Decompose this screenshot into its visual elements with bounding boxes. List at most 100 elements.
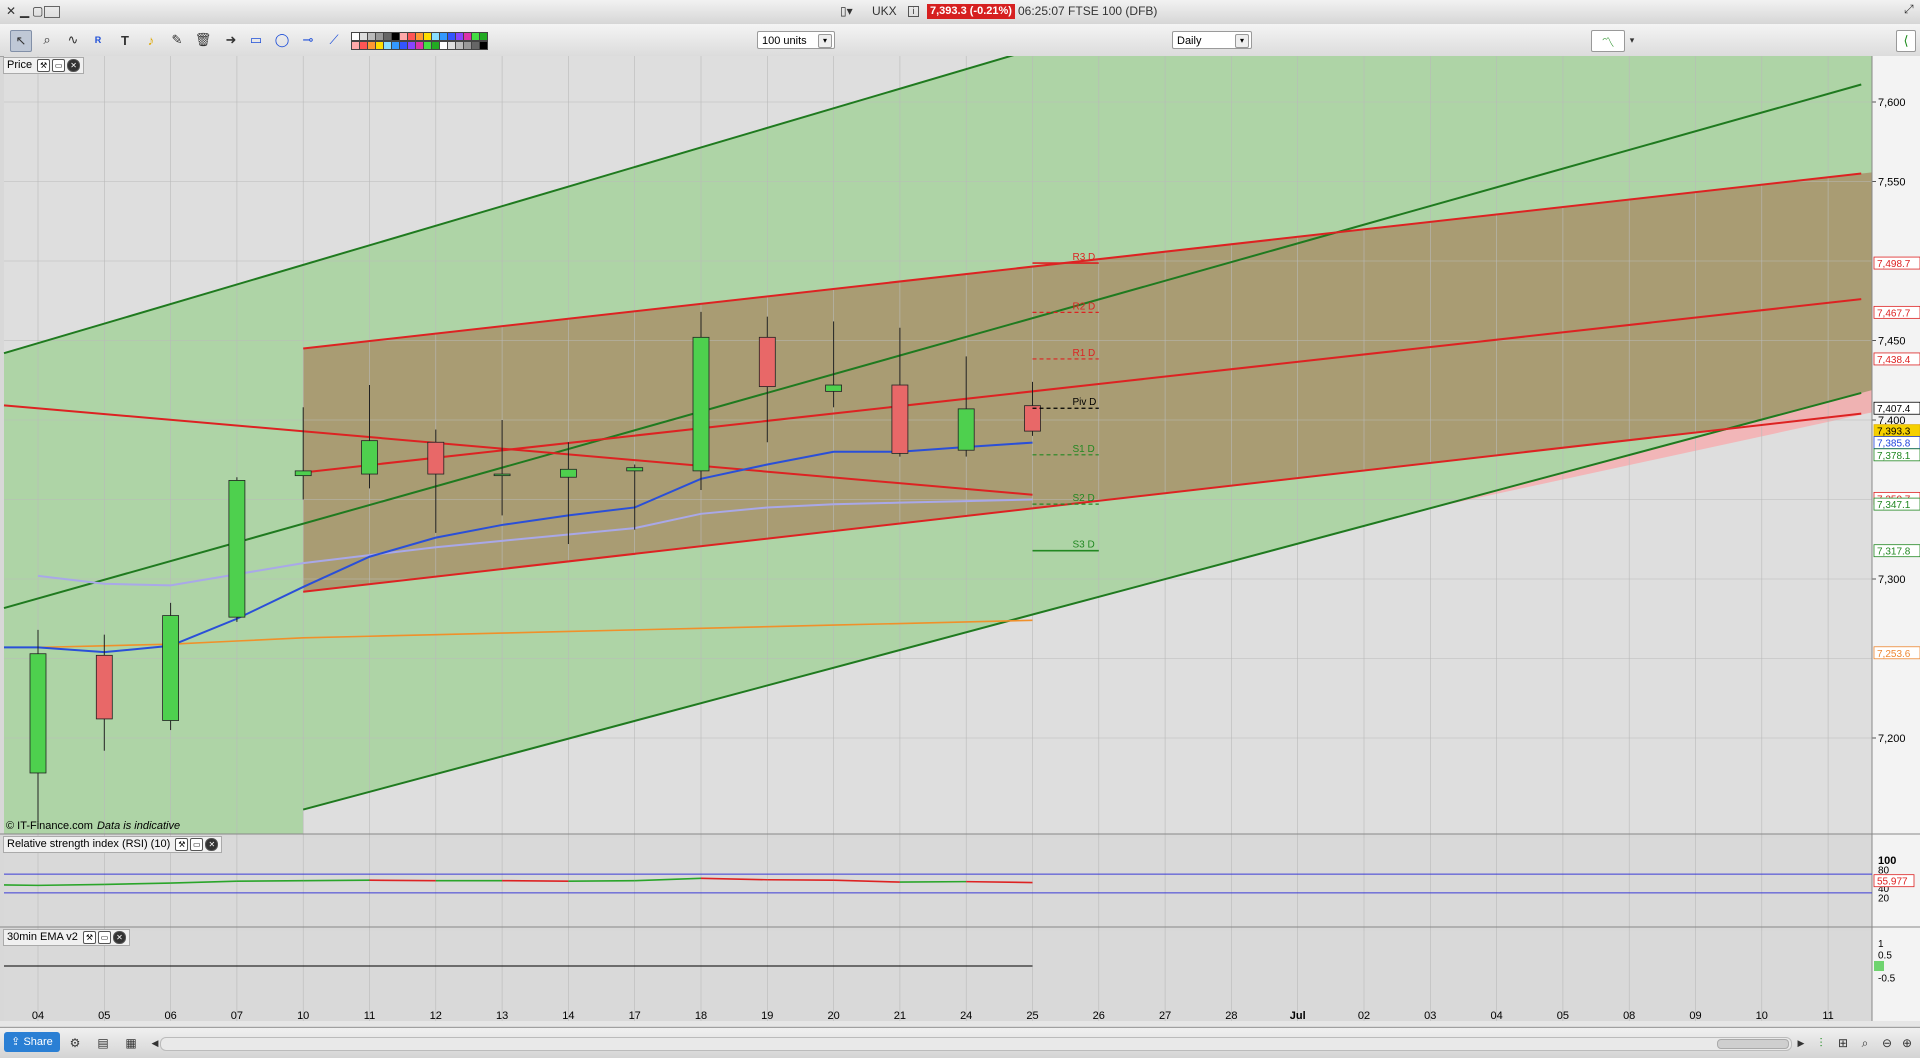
- candle-body: [627, 468, 643, 471]
- bottom-bar: ⇪ Share ⚙ ▤ ▦ ◀ ▶ ⫶ ⊞ ⌕ ⊖ ⊕: [0, 1027, 1920, 1058]
- date-axis-label: 27: [1159, 1010, 1171, 1022]
- price-tag-label: 7,253.6: [1877, 649, 1911, 660]
- maximize-window-icon[interactable]: ▢: [32, 4, 43, 18]
- price-tag-label: 7,385.8: [1877, 439, 1911, 450]
- trend-line-tool-icon[interactable]: ⟋: [324, 30, 344, 50]
- time-scrollbar[interactable]: [160, 1037, 1792, 1051]
- close-icon[interactable]: ✕: [67, 59, 80, 72]
- price-axis-label: 7,600: [1878, 97, 1906, 109]
- ellipse-tool-icon[interactable]: ◯: [272, 30, 292, 50]
- color-swatch[interactable]: [479, 32, 488, 41]
- price-axis-label: 7,550: [1878, 177, 1906, 189]
- chart-type-icon[interactable]: 〽: [1591, 30, 1625, 52]
- zoom-tool-icon[interactable]: ⌕: [37, 30, 57, 50]
- date-axis-label: 06: [164, 1010, 176, 1022]
- date-axis-label: 05: [98, 1010, 110, 1022]
- ema-axis-label: -0.5: [1878, 974, 1896, 985]
- indicative-note: Data is indicative: [97, 820, 180, 832]
- chart-area[interactable]: R3 DR2 DR1 DPiv DS1 DS2 DS3 D7,6007,5507…: [0, 56, 1920, 1026]
- pointer-tool-icon[interactable]: ↖: [10, 30, 32, 52]
- minimize-window-icon[interactable]: ▁: [20, 4, 29, 18]
- candle-body: [892, 385, 908, 453]
- date-axis-label: Jul: [1290, 1010, 1306, 1022]
- wrench-icon[interactable]: ⚒: [175, 838, 188, 851]
- close-icon[interactable]: ✕: [205, 838, 218, 851]
- close-icon[interactable]: ✕: [113, 931, 126, 944]
- device-icon[interactable]: ▯▾: [840, 4, 853, 18]
- candle-body: [958, 409, 974, 450]
- window-icon[interactable]: ▭: [98, 931, 111, 944]
- date-axis-label: 04: [32, 1010, 44, 1022]
- price-tag-label: 7,317.8: [1877, 547, 1911, 558]
- candle-body: [362, 441, 378, 474]
- share-button[interactable]: ⇪ Share: [4, 1032, 60, 1052]
- ema-axis-label: 0.5: [1878, 951, 1892, 962]
- ema-panel-background: [4, 931, 1872, 1021]
- candle-body: [96, 655, 112, 719]
- pivot-label: S1 D: [1073, 444, 1095, 455]
- scrollbar-thumb[interactable]: [1717, 1039, 1789, 1049]
- zoom-in-icon[interactable]: ⊕: [1898, 1034, 1916, 1052]
- horizontal-line-tool-icon[interactable]: ⊸: [298, 30, 318, 50]
- color-swatch[interactable]: [479, 41, 488, 50]
- keyboard-icon[interactable]: [44, 6, 60, 18]
- price-tag-label: 7,378.1: [1877, 451, 1911, 462]
- save-layout-icon[interactable]: ▦: [122, 1034, 140, 1052]
- raff-channel-tool-icon[interactable]: R: [88, 30, 108, 50]
- price-change-badge: 7,393.3 (-0.21%): [927, 4, 1015, 19]
- brush-tool-icon[interactable]: ✎: [167, 30, 187, 50]
- date-axis-label: 24: [960, 1010, 972, 1022]
- date-axis-label: 09: [1689, 1010, 1701, 1022]
- rectangle-tool-icon[interactable]: ▭: [246, 30, 266, 50]
- price-tag-label: 7,467.7: [1877, 308, 1911, 319]
- text-tool-icon[interactable]: T: [115, 30, 135, 50]
- arrow-right-tool-icon[interactable]: ➜: [221, 30, 241, 50]
- price-axis-label: 7,200: [1878, 733, 1906, 745]
- scroll-right-icon[interactable]: ▶: [1792, 1034, 1810, 1052]
- indicators-icon[interactable]: ⫶: [1812, 1034, 1830, 1052]
- wrench-icon[interactable]: ⚒: [37, 59, 50, 72]
- zoom-fit-icon[interactable]: ⌕: [1856, 1034, 1874, 1052]
- date-axis-label: 19: [761, 1010, 773, 1022]
- fullscreen-icon[interactable]: ⤢: [1904, 2, 1914, 17]
- rsi-line-segment: [966, 882, 1032, 883]
- ema-panel-label: 30min EMA v2 ⚒▭✕: [3, 929, 130, 946]
- settings-icon[interactable]: ⚙: [66, 1034, 84, 1052]
- crosshair-icon[interactable]: ⊞: [1834, 1034, 1852, 1052]
- pivot-label: Piv D: [1073, 397, 1097, 408]
- rsi-panel-title: Relative strength index (RSI) (10): [7, 838, 170, 850]
- candle-body: [693, 337, 709, 471]
- date-axis-label: 03: [1424, 1010, 1436, 1022]
- pivot-label: R1 D: [1073, 348, 1096, 359]
- layout-icon[interactable]: ▤: [94, 1034, 112, 1052]
- window-icon[interactable]: ▭: [190, 838, 203, 851]
- trash-icon[interactable]: 🗑: [193, 30, 213, 50]
- price-tag-label: 7,438.4: [1877, 355, 1911, 366]
- alert-bell-icon[interactable]: ♪: [141, 30, 161, 50]
- price-panel-label: Price ⚒▭✕: [3, 57, 84, 74]
- indicator-toggle-icon[interactable]: ⟨: [1896, 30, 1916, 52]
- units-select[interactable]: 100 units ▾: [757, 31, 835, 49]
- fibonacci-tool-icon[interactable]: ∿: [63, 30, 83, 50]
- ema-axis-label: 1: [1878, 939, 1884, 950]
- date-axis-label: 14: [562, 1010, 574, 1022]
- date-axis-label: 17: [629, 1010, 641, 1022]
- info-icon[interactable]: i: [908, 6, 919, 17]
- date-axis-label: 07: [231, 1010, 243, 1022]
- date-axis-label: 11: [1822, 1010, 1833, 1022]
- wrench-icon[interactable]: ⚒: [83, 931, 96, 944]
- date-axis-label: 28: [1225, 1010, 1237, 1022]
- pivot-label: S3 D: [1073, 540, 1095, 551]
- copyright-text: © IT-Finance.com: [6, 820, 93, 832]
- chevron-down-icon[interactable]: ▾: [1627, 30, 1637, 50]
- window-icon[interactable]: ▭: [52, 59, 65, 72]
- candle-body: [295, 471, 311, 476]
- rsi-current-label: 55.977: [1877, 877, 1908, 888]
- period-select[interactable]: Daily ▾: [1172, 31, 1252, 49]
- zoom-out-icon[interactable]: ⊖: [1878, 1034, 1896, 1052]
- close-window-icon[interactable]: ✕: [6, 4, 16, 18]
- date-axis-label: 21: [894, 1010, 906, 1022]
- rsi-line-segment: [38, 884, 104, 885]
- window-title: 06:25:07 FTSE 100 (DFB): [1018, 4, 1157, 18]
- date-axis-label: 25: [1026, 1010, 1038, 1022]
